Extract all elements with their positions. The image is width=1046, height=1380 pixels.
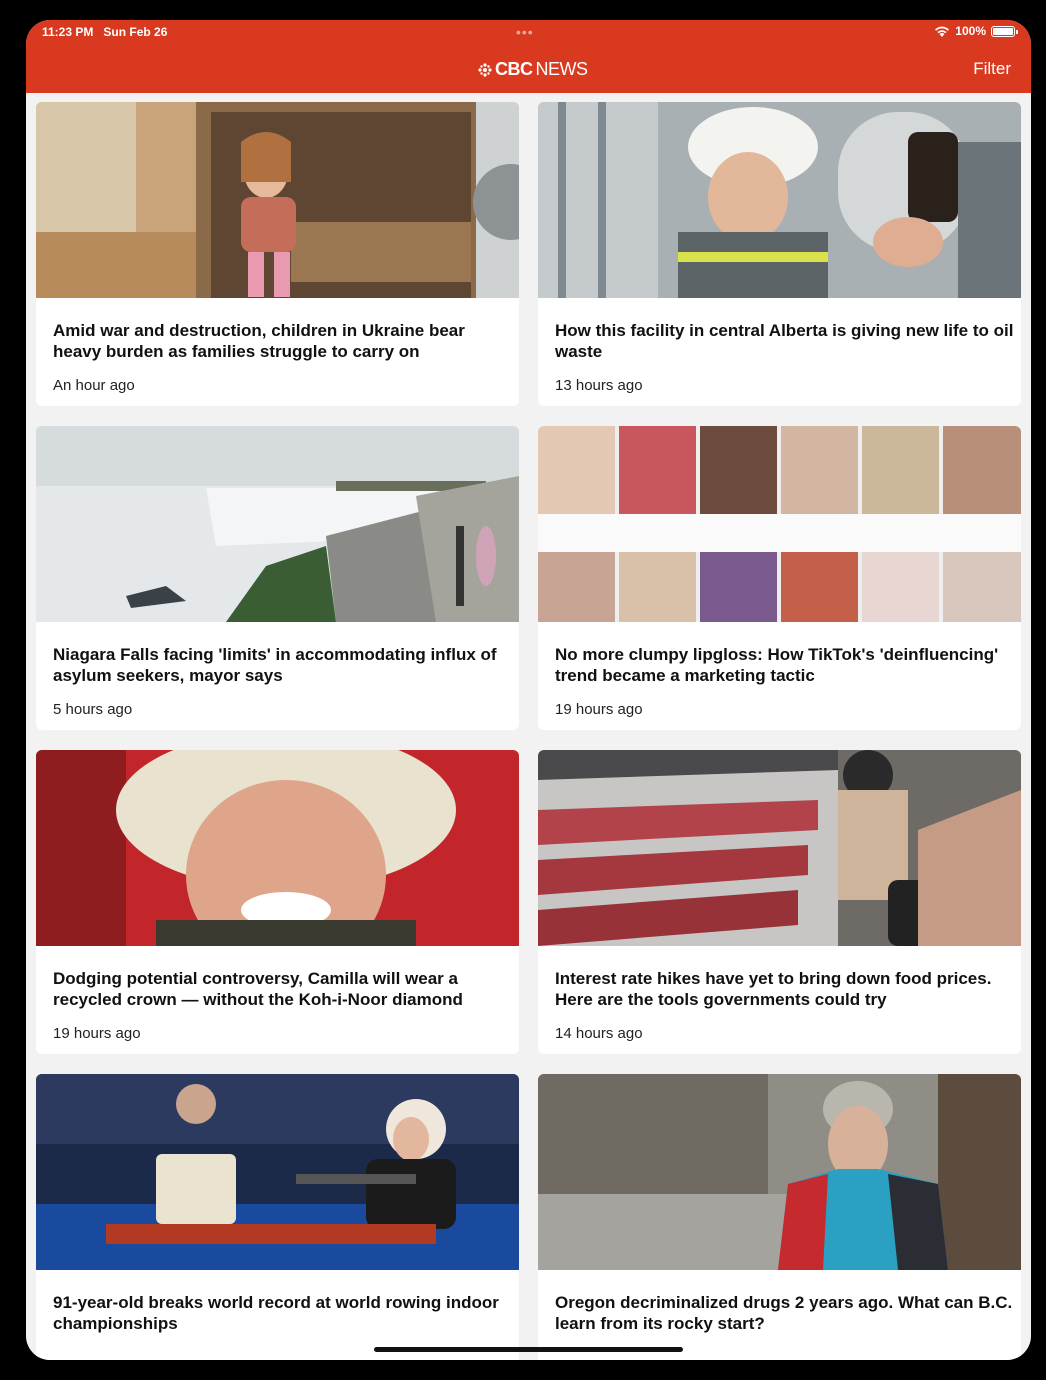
story-card[interactable]: Dodging potential controversy, Camilla w…: [36, 750, 519, 1054]
story-title: No more clumpy lipgloss: How TikTok's 'd…: [555, 645, 999, 685]
story-card[interactable]: How this facility in central Alberta is …: [538, 102, 1021, 406]
logo-news-text: NEWS: [535, 59, 589, 79]
story-title: Amid war and destruction, children in Uk…: [53, 321, 465, 361]
story-card[interactable]: Interest rate hikes have yet to bring do…: [538, 750, 1021, 1054]
status-indicators: 100%: [934, 24, 1018, 38]
story-timestamp: 14 hours ago: [555, 1025, 643, 1042]
story-image: [538, 1074, 1021, 1270]
story-title: Niagara Falls facing 'limits' in accommo…: [53, 645, 497, 685]
cbc-gem-icon: [478, 62, 492, 77]
story-title: Dodging potential controversy, Camilla w…: [53, 969, 463, 1009]
cbc-news-logo: CBC NEWS: [478, 59, 588, 80]
home-indicator[interactable]: [374, 1347, 683, 1352]
story-title: Oregon decriminalized drugs 2 years ago.…: [555, 1293, 1013, 1333]
header-bar: 11:23 PM Sun Feb 26 ••• 100% CBC NEWS Fil…: [26, 20, 1031, 93]
app-screen: 11:23 PM Sun Feb 26 ••• 100% CBC NEWS Fil…: [26, 20, 1031, 1360]
story-image: [538, 750, 1021, 946]
multitasking-dots-icon[interactable]: •••: [516, 24, 534, 40]
story-title: How this facility in central Alberta is …: [555, 321, 1014, 361]
story-timestamp: 13 hours ago: [555, 377, 643, 394]
filter-button[interactable]: Filter: [973, 59, 1011, 79]
battery-percent: 100%: [955, 24, 986, 38]
battery-icon: [991, 25, 1018, 37]
logo-cbc-text: CBC: [495, 59, 533, 79]
story-image: [36, 1074, 519, 1270]
story-title: 91-year-old breaks world record at world…: [53, 1293, 499, 1333]
story-image: [36, 426, 519, 622]
story-title: Interest rate hikes have yet to bring do…: [555, 969, 992, 1009]
story-timestamp: 5 hours ago: [53, 701, 133, 718]
story-card[interactable]: No more clumpy lipgloss: How TikTok's 'd…: [538, 426, 1021, 730]
status-time: 11:23 PM Sun Feb 26: [42, 25, 168, 39]
story-card[interactable]: Oregon decriminalized drugs 2 years ago.…: [538, 1074, 1021, 1360]
story-timestamp: 19 hours ago: [53, 1025, 141, 1042]
story-card[interactable]: Niagara Falls facing 'limits' in accommo…: [36, 426, 519, 730]
story-image: [538, 426, 1021, 622]
story-card[interactable]: Amid war and destruction, children in Uk…: [36, 102, 519, 406]
story-timestamp: An hour ago: [53, 377, 135, 394]
story-timestamp: 19 hours ago: [555, 701, 643, 718]
story-card[interactable]: 91-year-old breaks world record at world…: [36, 1074, 519, 1360]
story-image: [36, 102, 519, 298]
story-image: [538, 102, 1021, 298]
wifi-icon: [934, 26, 950, 37]
story-image: [36, 750, 519, 946]
